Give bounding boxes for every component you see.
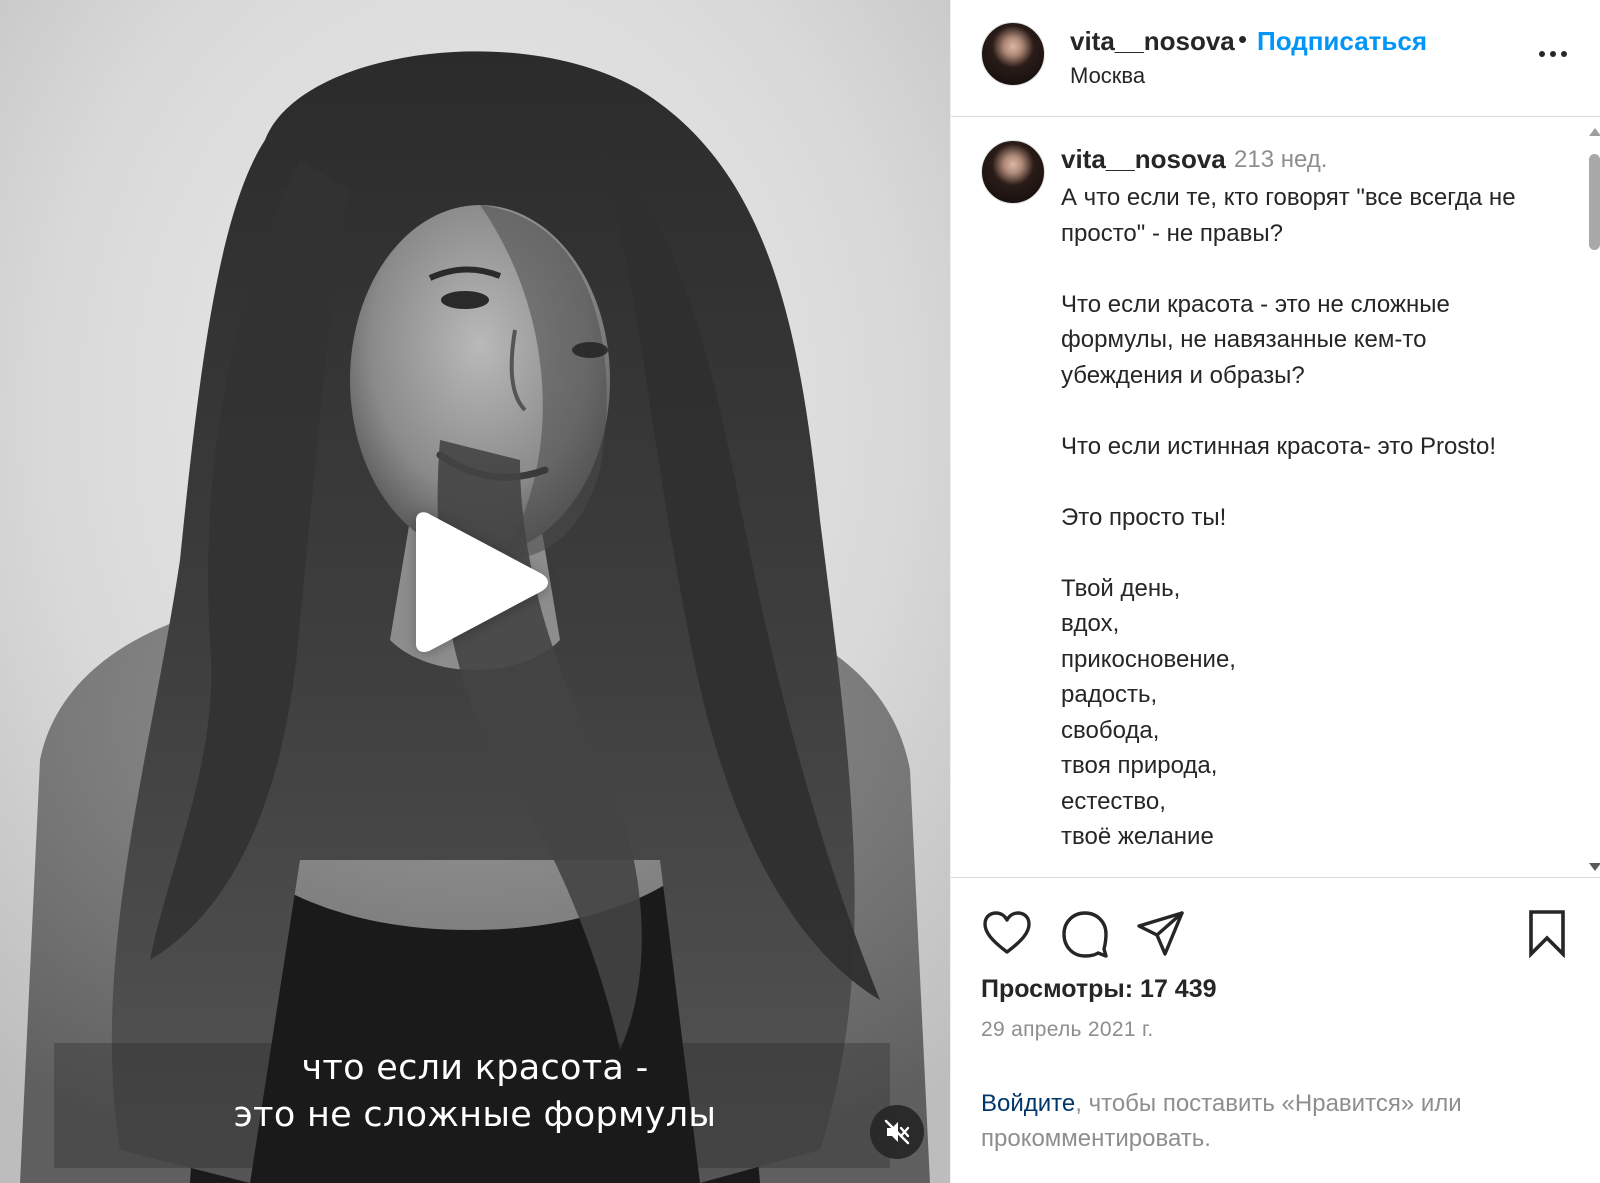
separator-dot: • xyxy=(1238,24,1248,54)
more-icon xyxy=(1539,51,1567,57)
heart-icon xyxy=(983,911,1031,954)
post-timestamp[interactable]: 213 нед. xyxy=(1234,146,1327,174)
muted-speaker-icon xyxy=(884,1119,910,1145)
scroll-up-arrow[interactable] xyxy=(1589,128,1600,136)
video-player[interactable]: что если красота - это не сложные формул… xyxy=(0,0,950,1183)
post-header: vita__nosova • Подписаться Москва xyxy=(951,0,1600,117)
post-caption-text: А что если те, кто говорят "все всегда н… xyxy=(1061,184,1516,850)
video-caption: что если красота - это не сложные формул… xyxy=(0,1045,950,1139)
paper-plane-icon xyxy=(1137,911,1184,956)
mute-button[interactable] xyxy=(870,1105,924,1159)
like-button[interactable] xyxy=(981,908,1033,960)
caption-line-1: что если красота - xyxy=(301,1048,649,1088)
play-button[interactable] xyxy=(404,512,554,652)
post-date[interactable]: 29 апрель 2021 г. xyxy=(981,1018,1154,1042)
login-link[interactable]: Войдите xyxy=(981,1090,1075,1117)
bookmark-icon xyxy=(1529,910,1565,959)
post-username[interactable]: vita__nosova xyxy=(1061,144,1226,175)
more-options-button[interactable] xyxy=(1533,34,1573,74)
comment-button[interactable] xyxy=(1059,908,1111,960)
comment-icon xyxy=(1062,911,1108,958)
views-count[interactable]: Просмотры: 17 439 xyxy=(981,975,1217,1004)
play-icon xyxy=(416,512,548,652)
views-value: 17 439 xyxy=(1140,975,1217,1003)
follow-button[interactable]: Подписаться xyxy=(1257,26,1427,57)
avatar[interactable] xyxy=(981,22,1045,86)
post-panel: vita__nosova • Подписаться Москва vita__… xyxy=(950,0,1600,1183)
scroll-down-arrow[interactable] xyxy=(1589,863,1600,871)
scroll-thumb[interactable] xyxy=(1589,154,1600,250)
header-username[interactable]: vita__nosova xyxy=(1070,26,1235,57)
login-prompt: Войдите, чтобы поставить «Нравится» или … xyxy=(981,1086,1571,1156)
scrollbar[interactable] xyxy=(1587,128,1600,876)
caption-section: vita__nosova 213 нед. А что если те, кто… xyxy=(951,118,1600,876)
share-button[interactable] xyxy=(1135,908,1187,960)
actions-section: Просмотры: 17 439 29 апрель 2021 г. Войд… xyxy=(951,877,1600,1183)
avatar[interactable] xyxy=(981,140,1045,204)
caption-line-2: это не сложные формулы xyxy=(233,1095,717,1135)
save-button[interactable] xyxy=(1521,908,1573,960)
location-link[interactable]: Москва xyxy=(1070,63,1145,89)
views-label: Просмотры: xyxy=(981,975,1134,1003)
